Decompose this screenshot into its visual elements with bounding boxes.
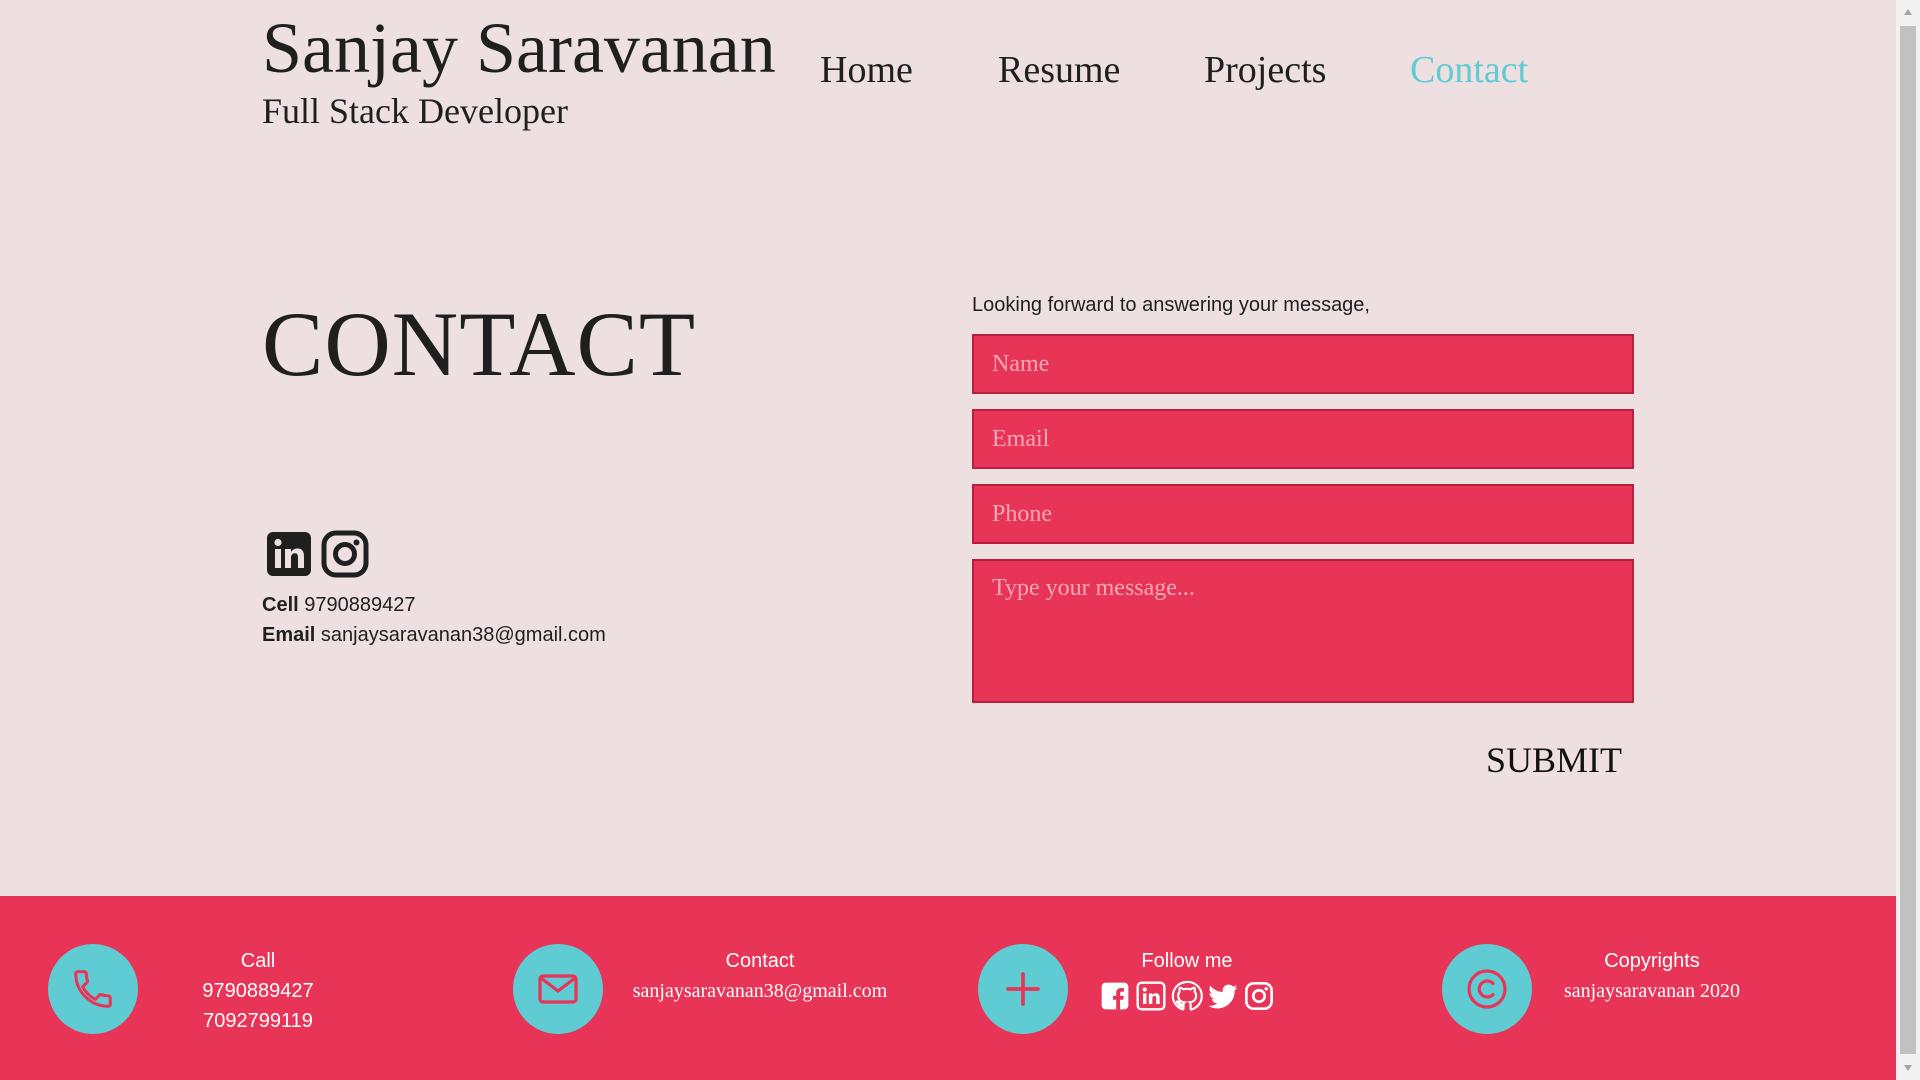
footer-follow-heading: Follow me xyxy=(1141,950,1233,972)
nav-home[interactable]: Home xyxy=(820,44,913,96)
site-subtitle: Full Stack Developer xyxy=(262,91,568,131)
linkedin-icon[interactable] xyxy=(265,530,313,578)
cell-info: Cell 9790889427 xyxy=(262,592,415,618)
footer-social-links xyxy=(1090,980,1284,1012)
nav-resume[interactable]: Resume xyxy=(998,44,1120,96)
email-label: Email xyxy=(262,624,316,646)
plus-icon-circle xyxy=(978,944,1068,1034)
copyright-icon-circle xyxy=(1442,944,1532,1034)
scrollbar-thumb[interactable] xyxy=(1900,26,1916,1054)
github-icon[interactable] xyxy=(1171,980,1203,1012)
cell-value: 9790889427 xyxy=(304,594,416,616)
scroll-down-arrow-icon[interactable] xyxy=(1896,1056,1920,1080)
footer-contact: Contact sanjaysaravanan38@gmail.com xyxy=(620,946,900,1006)
form-intro: Looking forward to answering your messag… xyxy=(972,294,1370,316)
message-textarea[interactable] xyxy=(972,559,1634,703)
scroll-up-arrow-icon[interactable] xyxy=(1896,0,1920,24)
name-input[interactable] xyxy=(972,334,1634,394)
facebook-icon[interactable] xyxy=(1099,980,1131,1012)
mail-icon-circle xyxy=(513,944,603,1034)
mail-icon xyxy=(538,974,578,1004)
footer-follow: Follow me xyxy=(1090,946,1284,1012)
footer-call-heading: Call xyxy=(240,950,276,972)
phone-input[interactable] xyxy=(972,484,1634,544)
plus-icon xyxy=(1006,972,1040,1006)
footer-contact-email[interactable]: sanjaysaravanan38@gmail.com xyxy=(620,976,900,1006)
footer-copyright: Copyrights sanjaysaravanan 2020 xyxy=(1552,946,1752,1006)
footer-copyright-heading: Copyrights xyxy=(1604,950,1700,972)
site-name: Sanjay Saravanan xyxy=(262,8,776,88)
linkedin-icon[interactable] xyxy=(1135,980,1167,1012)
page-title: CONTACT xyxy=(262,293,697,395)
footer-call-number-1: 9790889427 xyxy=(202,980,314,1002)
cell-label: Cell xyxy=(262,594,299,616)
nav-projects[interactable]: Projects xyxy=(1204,44,1326,96)
footer-contact-heading: Contact xyxy=(725,950,795,972)
social-links xyxy=(265,530,369,582)
email-input[interactable] xyxy=(972,409,1634,469)
email-value: sanjaysaravanan38@gmail.com xyxy=(320,624,606,646)
instagram-icon[interactable] xyxy=(321,530,369,578)
phone-icon xyxy=(74,970,112,1008)
submit-button[interactable]: SUBMIT xyxy=(1476,736,1636,784)
footer-call: Call 9790889427 7092799119 xyxy=(176,946,340,1036)
copyright-icon xyxy=(1467,969,1507,1009)
phone-icon-circle xyxy=(48,944,138,1034)
footer-copyright-text: sanjaysaravanan 2020 xyxy=(1563,980,1741,1002)
footer-call-number-2: 7092799119 xyxy=(203,1010,313,1032)
vertical-scrollbar[interactable] xyxy=(1896,0,1920,1080)
nav-contact[interactable]: Contact xyxy=(1410,44,1528,96)
email-info: Email sanjaysaravanan38@gmail.com xyxy=(262,622,606,648)
footer: Call 9790889427 7092799119 Contact sanja… xyxy=(0,896,1896,1080)
twitter-icon[interactable] xyxy=(1207,980,1239,1012)
instagram-icon[interactable] xyxy=(1243,980,1275,1012)
